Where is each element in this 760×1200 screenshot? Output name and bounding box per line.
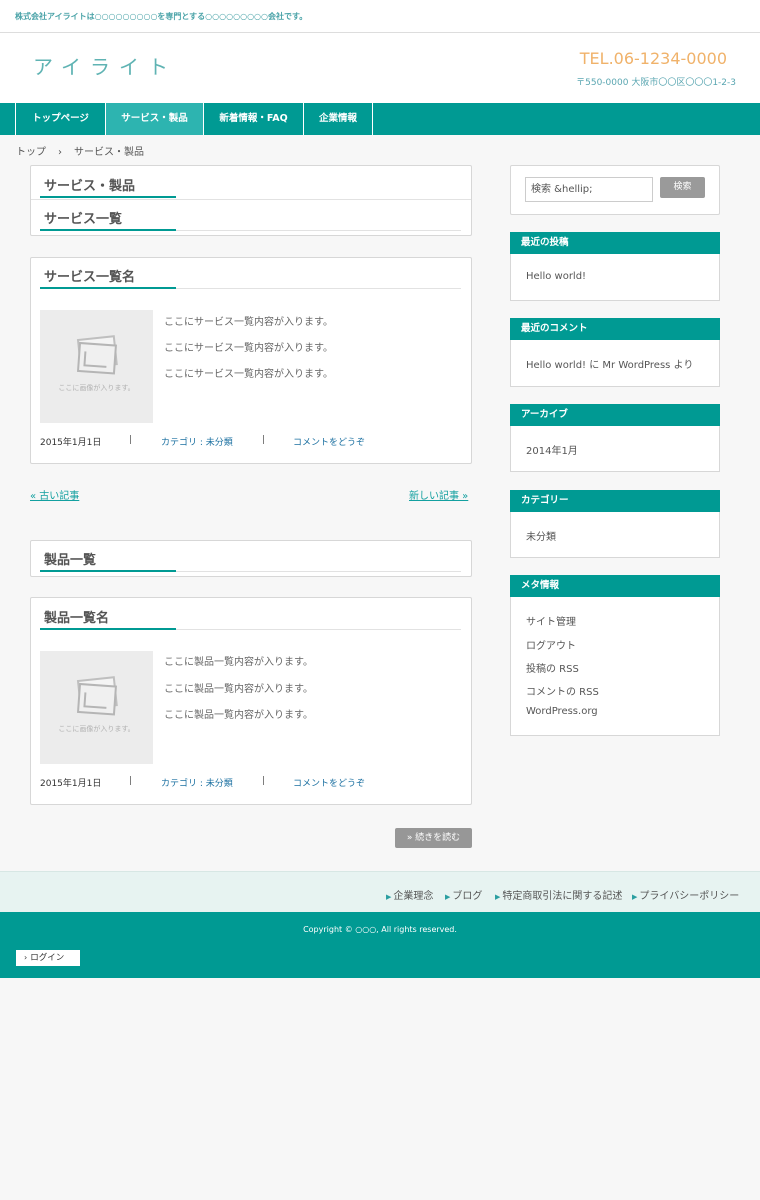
newer-posts-link[interactable]: 新しい記事 »	[409, 487, 468, 502]
login-label: ログイン	[30, 953, 65, 963]
products-section-rule	[176, 571, 461, 572]
service-post-title[interactable]: サービス一覧名	[44, 266, 135, 285]
meta-separator: |	[129, 776, 133, 786]
meta-separator: |	[262, 435, 266, 445]
widget-title-recent-posts: 最近の投稿	[510, 232, 720, 254]
product-post-underline	[40, 628, 176, 630]
login-button[interactable]: › ログイン	[16, 950, 80, 966]
recent-post-link[interactable]: Hello world!	[526, 271, 586, 282]
nav-item-services[interactable]: サービス・製品	[105, 103, 203, 135]
meta-link-wordpress[interactable]: WordPress.org	[526, 706, 598, 717]
services-section-rule	[176, 230, 461, 231]
product-thumbnail: ここに画像が入ります。	[40, 651, 153, 764]
footer-link-privacy[interactable]: ▶ プライバシーポリシー	[632, 887, 739, 902]
services-section-title: サービス一覧	[44, 212, 123, 227]
footer-link-label: 企業理念	[393, 891, 434, 902]
service-post-category[interactable]: カテゴリ : 未分類	[161, 435, 233, 448]
nav-item-top[interactable]: トップページ	[15, 103, 105, 135]
read-more-button[interactable]: » 続きを読む	[395, 828, 472, 848]
product-post-line: ここに製品一覧内容が入ります。	[164, 710, 313, 721]
service-post-comment-link[interactable]: コメントをどうぞ	[293, 435, 365, 448]
main-nav: トップページ サービス・製品 新着情報・FAQ 企業情報	[0, 103, 760, 135]
products-section-title: 製品一覧	[44, 553, 97, 568]
footer-link-blog[interactable]: ▶ ブログ	[445, 887, 482, 902]
products-section-underline	[40, 570, 176, 572]
footer-link-label: プライバシーポリシー	[639, 891, 740, 902]
breadcrumb-separator: ›	[58, 147, 62, 158]
widget-title-categories: カテゴリー	[510, 490, 720, 512]
phone-number: TEL.06-1234-0000	[579, 49, 727, 68]
service-post-rule	[176, 288, 461, 289]
footer-link-label: ブログ	[452, 891, 483, 902]
arrow-right-icon: ›	[24, 953, 28, 962]
breadcrumb-current: サービス・製品	[74, 147, 144, 158]
breadcrumb: トップ › サービス・製品	[16, 143, 144, 158]
site-header: アイライト TEL.06-1234-0000 〒550-0000 大阪市〇〇区〇…	[0, 33, 760, 103]
search-input[interactable]: 検索 &hellip;	[525, 177, 653, 202]
widget-title-archive: アーカイブ	[510, 404, 720, 426]
widget-title-recent-comments: 最近のコメント	[510, 318, 720, 340]
product-post-category[interactable]: カテゴリ : 未分類	[161, 776, 233, 789]
product-post-date: 2015年1月1日	[40, 779, 102, 789]
service-post-line: ここにサービス一覧内容が入ります。	[164, 343, 333, 354]
meta-link-comments-rss[interactable]: コメントの RSS	[526, 683, 599, 698]
thumbnail-caption: ここに画像が入ります。	[58, 725, 135, 733]
meta-link-site-admin[interactable]: サイト管理	[526, 613, 576, 628]
footer-link-philosophy[interactable]: ▶ 企業理念	[386, 887, 433, 902]
site-footer: Copyright © ○○○, All rights reserved. › ロ…	[0, 912, 760, 978]
product-post-rule	[176, 629, 461, 630]
product-post-line: ここに製品一覧内容が入ります。	[164, 657, 313, 668]
meta-link-logout[interactable]: ログアウト	[526, 637, 576, 652]
page-title-divider	[31, 199, 471, 200]
service-post-line: ここにサービス一覧内容が入ります。	[164, 369, 333, 380]
triangle-right-icon: ▶	[495, 893, 501, 901]
service-post-underline	[40, 287, 176, 289]
site-tagline: 株式会社アイライトは○○○○○○○○○を専門とする○○○○○○○○○会社です。	[15, 12, 308, 21]
triangle-right-icon: ▶	[386, 893, 392, 901]
page-title-underline	[40, 196, 176, 198]
footer-links-bar: ▶ 企業理念 ▶ ブログ ▶ 特定商取引法に関する記述 ▶ プライバシーポリシー	[0, 871, 760, 912]
product-post-line: ここに製品一覧内容が入ります。	[164, 684, 313, 695]
image-placeholder-icon	[76, 335, 118, 375]
older-posts-link[interactable]: « 古い記事	[30, 487, 79, 502]
recent-comment-link[interactable]: Hello world! に Mr WordPress より	[526, 356, 693, 371]
triangle-right-icon: ▶	[632, 893, 638, 901]
footer-link-label: 特定商取引法に関する記述	[502, 891, 623, 902]
archive-link[interactable]: 2014年1月	[526, 442, 578, 457]
footer-link-commerce-law[interactable]: ▶ 特定商取引法に関する記述	[495, 887, 622, 902]
search-button[interactable]: 検索	[660, 177, 705, 198]
page-title: サービス・製品	[44, 179, 136, 194]
widget-title-meta: メタ情報	[510, 575, 720, 597]
company-address: 〒550-0000 大阪市〇〇区〇〇〇1-2-3	[576, 78, 736, 88]
meta-link-posts-rss[interactable]: 投稿の RSS	[526, 660, 579, 675]
service-post-line: ここにサービス一覧内容が入ります。	[164, 317, 333, 328]
service-post-date: 2015年1月1日	[40, 438, 102, 448]
thumbnail-caption: ここに画像が入ります。	[58, 384, 135, 392]
category-link[interactable]: 未分類	[526, 528, 556, 543]
meta-separator: |	[129, 435, 133, 445]
site-logo[interactable]: アイライト	[33, 51, 177, 80]
meta-separator: |	[262, 776, 266, 786]
service-thumbnail: ここに画像が入ります。	[40, 310, 153, 423]
breadcrumb-home[interactable]: トップ	[16, 147, 46, 158]
top-bar: 株式会社アイライトは○○○○○○○○○を専門とする○○○○○○○○○会社です。	[0, 0, 760, 33]
nav-item-news-faq[interactable]: 新着情報・FAQ	[203, 103, 303, 135]
product-post-title[interactable]: 製品一覧名	[44, 607, 109, 626]
image-placeholder-icon	[76, 676, 118, 716]
services-section-underline	[40, 229, 176, 231]
nav-item-company[interactable]: 企業情報	[303, 103, 373, 135]
copyright: Copyright © ○○○, All rights reserved.	[303, 925, 457, 934]
triangle-right-icon: ▶	[445, 893, 451, 901]
product-post-comment-link[interactable]: コメントをどうぞ	[293, 776, 365, 789]
